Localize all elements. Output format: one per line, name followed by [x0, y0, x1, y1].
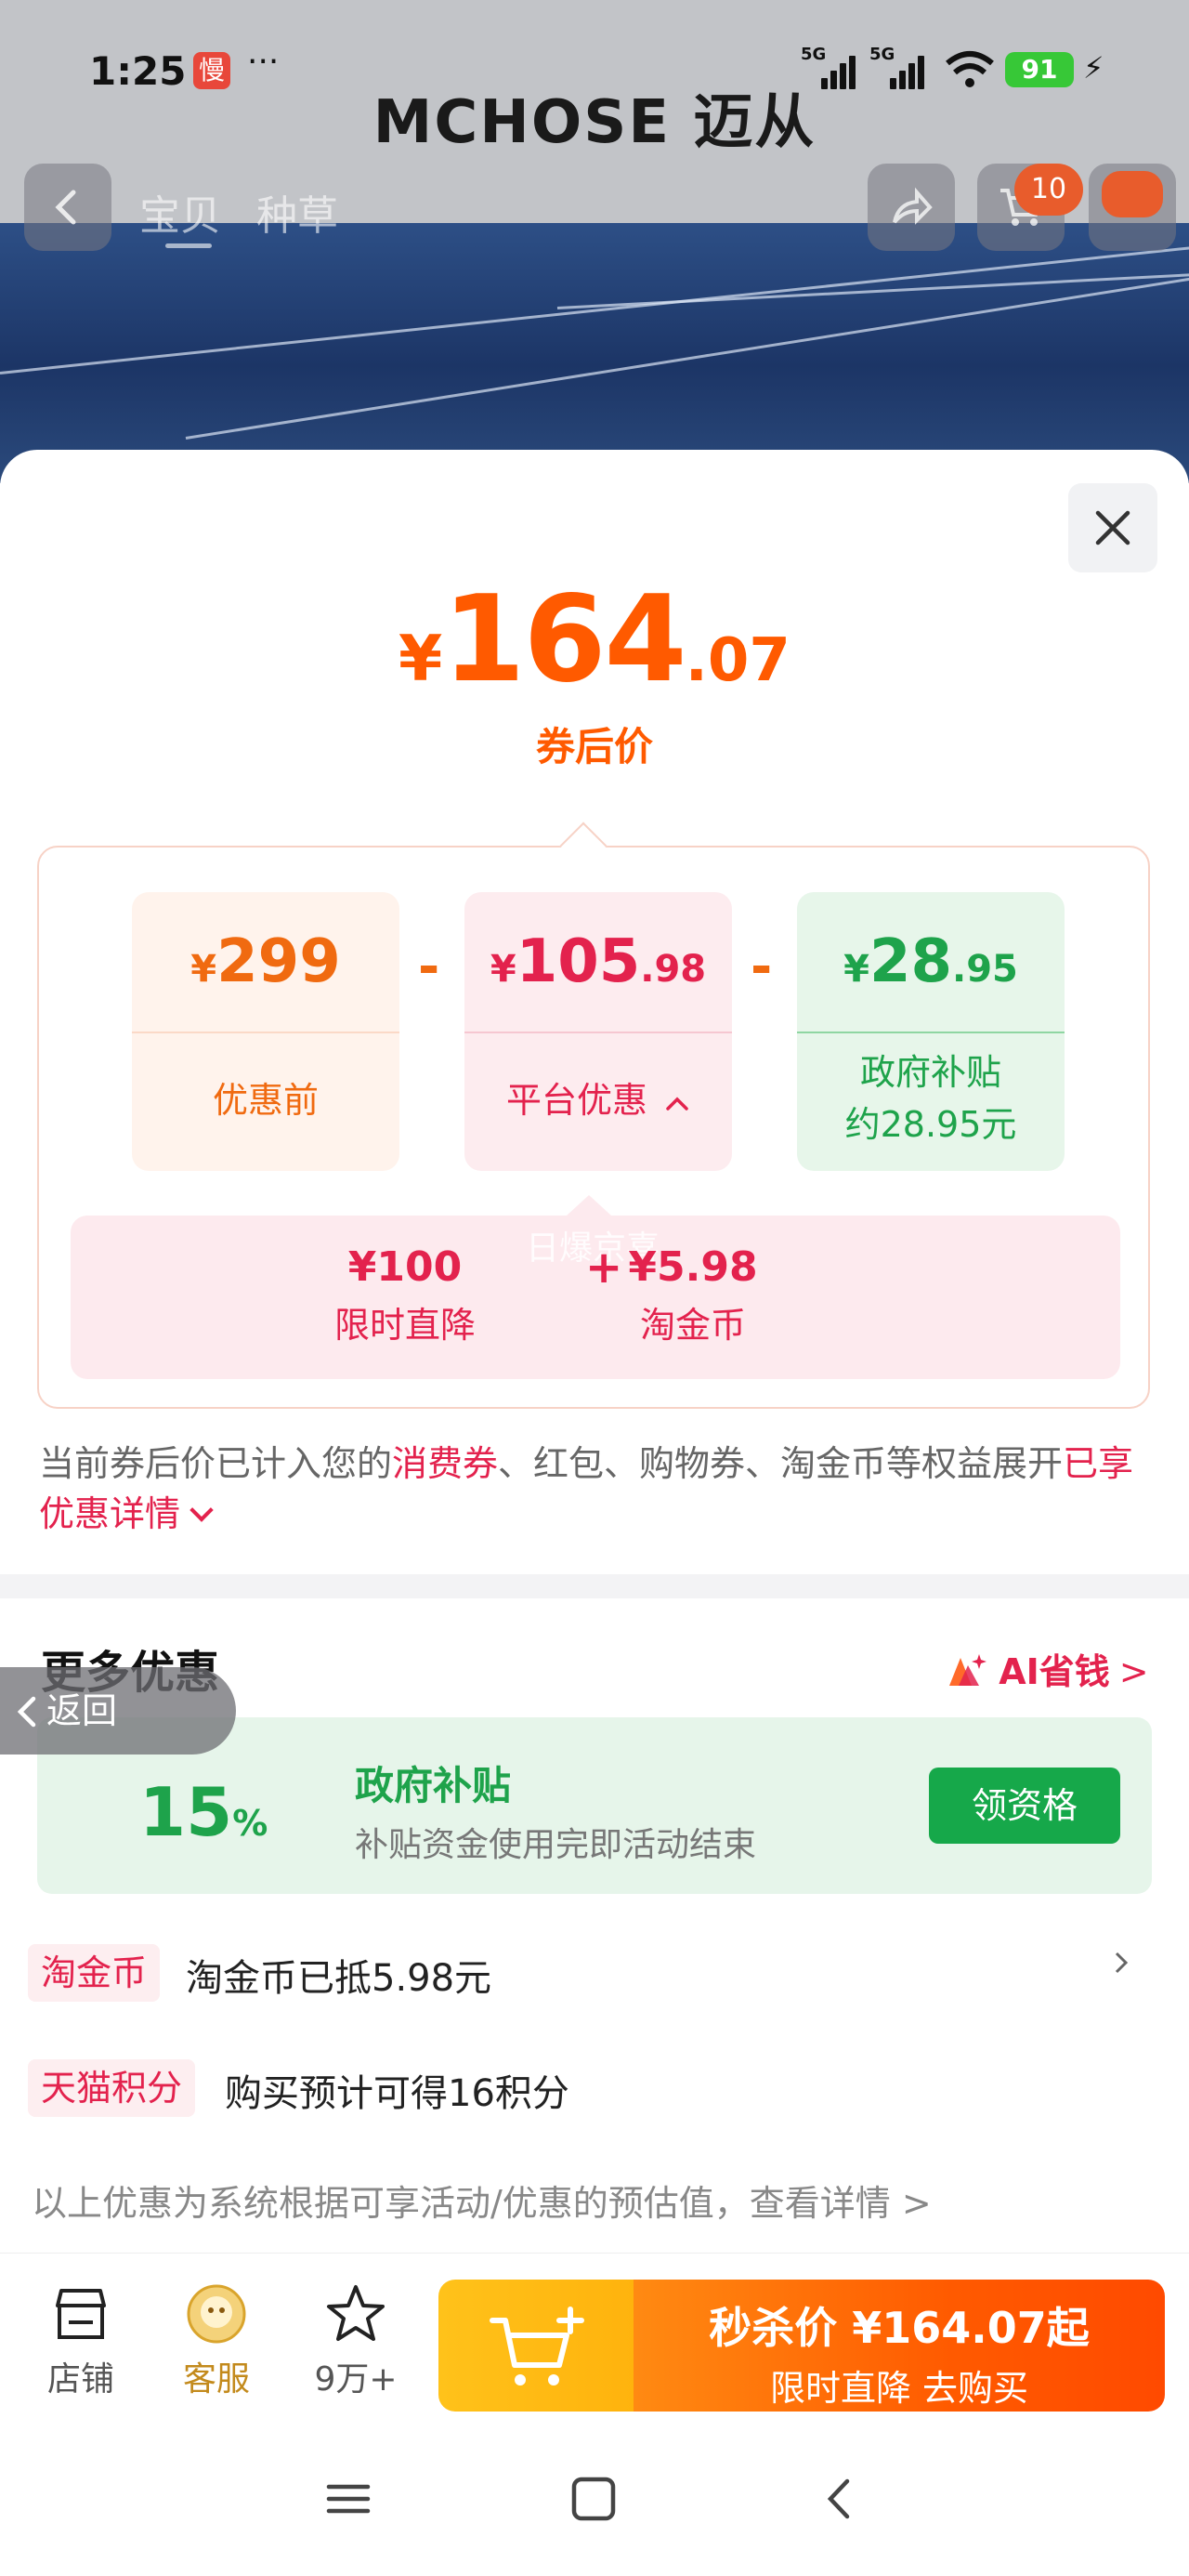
subsidy-card: ¥28.95 政府补贴 约28.95元	[797, 892, 1065, 1171]
taobao-coin-text: 淘金币已抵5.98元	[186, 1957, 492, 2000]
chevron-right-icon	[1115, 1952, 1129, 1974]
coupon-highlight: 消费券	[392, 1443, 499, 1484]
price-note: 当前券后价已计入您的消费券、红包、购物券、淘金币等权益展开已享优惠详情	[39, 1443, 1134, 1534]
home-icon[interactable]	[570, 2476, 617, 2522]
tmall-points-tag: 天猫积分	[28, 2059, 196, 2117]
add-to-cart-icon	[490, 2307, 584, 2385]
customer-service-button[interactable]: 客服	[165, 2281, 268, 2400]
star-icon	[323, 2281, 388, 2346]
system-navigation-bar	[0, 2429, 1189, 2576]
estimate-disclaimer-link[interactable]: 以上优惠为系统根据可享活动/优惠的预估值，查看详情 >	[32, 2175, 932, 2226]
platform-discount-detail: 日爆京喜 ¥100 限时直降 + ¥5.98 淘金币	[71, 1195, 1120, 1379]
plus-sign: +	[585, 1242, 623, 1294]
price-breakdown: ¥299 优惠前 - ¥105.98 平台优惠 - ¥28.95 政府补贴 约2…	[37, 821, 1150, 1409]
store-icon	[48, 2281, 113, 2346]
chevron-left-icon	[17, 1696, 36, 1728]
flash-discount-item: ¥100 限时直降	[333, 1243, 476, 1346]
subsidy-offer-desc: 补贴资金使用完即活动结束	[355, 1826, 757, 1864]
cta-price: 164.07	[882, 2303, 1047, 2353]
original-price-label: 优惠前	[212, 1080, 319, 1121]
original-price-card: ¥299 优惠前	[132, 892, 399, 1171]
subsidy-offer-title: 政府补贴	[355, 1763, 512, 1808]
back-nav-icon[interactable]	[817, 2476, 864, 2522]
bottom-action-bar: 店铺 客服 9万+ 秒杀价 ¥164.07起 限时直降 去购买	[0, 2253, 1189, 2429]
cta-subtitle: 限时直降 去购买	[769, 2368, 1029, 2409]
wifi-icon	[946, 51, 994, 87]
taobao-coin-item: ¥5.98 淘金币	[628, 1243, 758, 1346]
product-nav-bar: 宝贝 种草	[0, 164, 1189, 253]
message-icon	[1102, 171, 1163, 217]
platform-discount-value: ¥105.98	[490, 927, 707, 996]
platform-discount-label: 平台优惠	[505, 1080, 647, 1121]
claim-eligibility-button[interactable]: 领资格	[929, 1768, 1120, 1844]
chevron-up-icon	[666, 1097, 688, 1111]
add-to-cart-button[interactable]	[438, 2280, 634, 2412]
close-button[interactable]	[1068, 483, 1157, 572]
battery-indicator: 91	[1005, 52, 1074, 87]
customer-service-icon	[184, 2281, 249, 2346]
store-button[interactable]: 店铺	[30, 2281, 132, 2400]
chevron-left-icon	[55, 190, 76, 225]
minus-sign: -	[418, 937, 440, 997]
subsidy-value: ¥28.95	[843, 927, 1018, 996]
taobao-coin-row[interactable]: 淘金币 淘金币已抵5.98元	[28, 1944, 1161, 2009]
platform-discount-card[interactable]: ¥105.98 平台优惠	[464, 892, 732, 1171]
minus-sign: -	[751, 937, 773, 997]
tmall-points-text: 购买预计可得16积分	[225, 2072, 569, 2115]
original-price-value: ¥299	[190, 927, 341, 996]
cart-count-badge: 10	[1014, 164, 1083, 216]
final-price: ¥164.07	[399, 571, 790, 709]
taobao-coin-tag: 淘金币	[28, 1944, 161, 2002]
charging-icon: ⚡	[1083, 50, 1104, 85]
status-time: 1:25	[89, 48, 187, 94]
subsidy-amount-label: 约28.95元	[844, 1104, 1017, 1145]
status-bar: 1:25 慢 ··· 5G 5G 91 ⚡	[0, 43, 1189, 100]
menu-icon[interactable]	[325, 2476, 372, 2522]
message-button[interactable]	[1089, 164, 1176, 251]
signal-icon: 5G	[869, 45, 925, 89]
final-price-label: 券后价	[535, 724, 653, 769]
subsidy-percent: 15%	[139, 1773, 268, 1851]
signal-icon: 5G	[801, 45, 856, 89]
ai-save-link[interactable]: AI省钱 >	[947, 1643, 1149, 1694]
section-divider	[0, 1574, 1189, 1598]
product-image	[0, 223, 1189, 483]
tab-recommend[interactable]: 种草	[256, 182, 338, 242]
buy-now-button[interactable]: 秒杀价 ¥164.07起 限时直降 去购买	[438, 2280, 1165, 2412]
close-icon	[1095, 510, 1130, 545]
subsidy-label: 政府补贴	[859, 1052, 1001, 1093]
share-button[interactable]	[868, 164, 955, 251]
chevron-down-icon	[189, 1498, 214, 1522]
share-icon	[893, 187, 933, 225]
back-button[interactable]	[24, 164, 111, 251]
slow-network-badge: 慢	[193, 52, 230, 89]
tmall-points-row: 天猫积分 购买预计可得16积分	[28, 2059, 1161, 2124]
tab-product[interactable]: 宝贝	[139, 182, 221, 248]
favorite-count: 9万+	[314, 2360, 398, 2399]
more-notifications-icon: ···	[247, 43, 280, 81]
ai-sparkle-icon	[949, 1653, 986, 1686]
favorite-button[interactable]: 9万+	[305, 2281, 407, 2400]
return-button[interactable]: 返回	[0, 1667, 236, 1755]
